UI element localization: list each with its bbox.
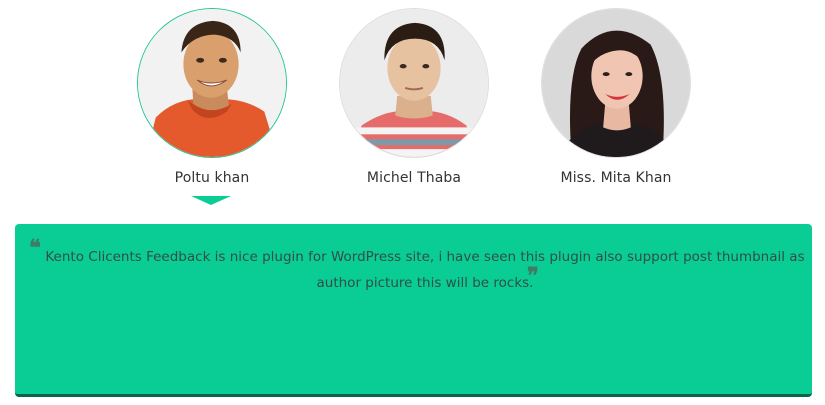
author-photo-miss-mita-khan [542, 9, 690, 157]
author-item-michel-thaba[interactable]: Michel Thaba [334, 8, 494, 186]
active-author-pointer [191, 196, 231, 205]
author-name: Poltu khan [174, 170, 250, 186]
author-photo-michel-thaba [340, 9, 488, 157]
author-selector: Poltu khan Michel Thaba Miss. Mita Khan [0, 0, 825, 210]
close-quote-icon: ❞ [527, 263, 539, 289]
avatar[interactable] [339, 8, 489, 158]
author-name: Michel Thaba [366, 170, 462, 186]
avatar[interactable] [137, 8, 287, 158]
author-item-poltu-khan[interactable]: Poltu khan [132, 8, 292, 186]
feedback-text: Kento Clicents Feedback is nice plugin f… [45, 249, 805, 291]
open-quote-icon: ❝ [29, 235, 41, 261]
author-item-miss-mita-khan[interactable]: Miss. Mita Khan [536, 8, 696, 186]
author-photo-poltu-khan [138, 9, 286, 157]
avatar[interactable] [541, 8, 691, 158]
author-name: Miss. Mita Khan [560, 170, 672, 186]
feedback-panel: ❝ Kento Clicents Feedback is nice plugin… [15, 224, 812, 397]
